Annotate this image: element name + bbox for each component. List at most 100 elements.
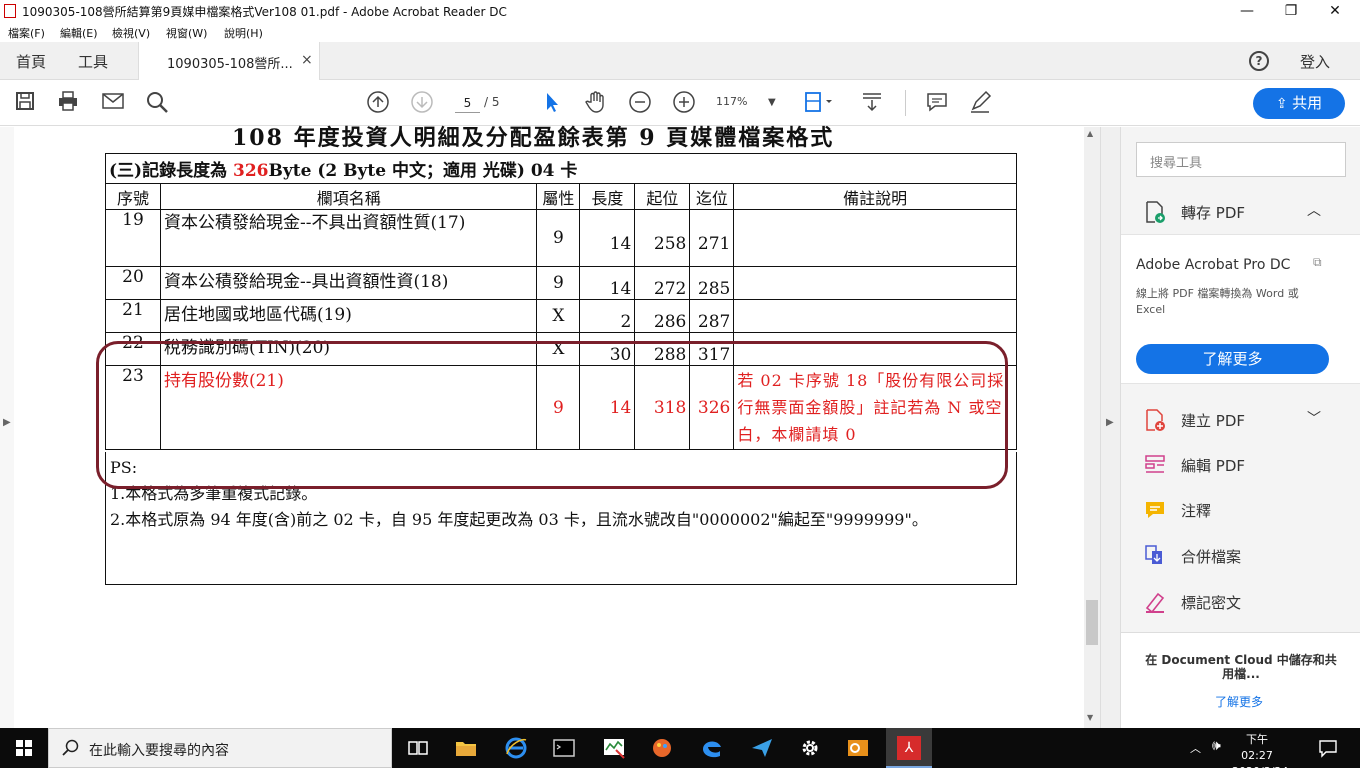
row-length: 14 [579,209,636,267]
row-name: 居住地國或地區代碼(19) [159,299,538,333]
row-note [733,299,1017,333]
header-end: 迄位 [689,183,735,210]
comment-tool-icon [1143,498,1167,522]
menu-view[interactable]: 檢視(V) [112,25,150,41]
right-pane-toggle[interactable]: ▶ [1100,127,1120,728]
previous-page-icon[interactable] [366,90,390,114]
search-icon [62,739,80,760]
share-label: 共用 [1292,94,1323,112]
taskbar-search-box[interactable]: 在此輸入要搜尋的內容 [48,728,392,768]
section-length: 326 [233,161,269,181]
title-bar: 1090305-108營所結算第9頁媒申檔案格式Ver108 01.pdf - … [0,0,1360,22]
header-attr: 屬性 [536,183,581,210]
redact-item[interactable]: 標記密文 [1121,580,1360,624]
edge-browser-icon[interactable] [700,736,724,760]
acrobat-taskbar-button[interactable]: ⅄ [886,728,932,768]
scrollbar-thumb[interactable] [1086,600,1098,645]
hand-tool-icon[interactable] [584,90,608,114]
comment-label: 注釋 [1181,502,1212,520]
resource-monitor-icon[interactable] [602,736,626,760]
taskbar-clock[interactable]: 下午 02:27 2020/3/24 [1232,732,1289,780]
maximize-button[interactable]: ❐ [1268,0,1314,22]
save-icon[interactable] [13,90,37,114]
learn-more-button[interactable]: 了解更多 [1136,344,1329,374]
export-pdf-item[interactable]: 轉存 PDF ︿ [1121,190,1360,234]
paint-app-icon[interactable] [650,736,674,760]
redact-icon [1143,590,1167,614]
windows-start-icon[interactable] [16,740,32,759]
task-view-icon[interactable] [406,736,430,760]
acrobat-reader-icon: ⅄ [897,736,921,760]
chevron-up-icon[interactable]: ︿ [1307,200,1321,220]
create-pdf-label: 建立 PDF [1181,412,1245,430]
chevron-down-icon[interactable]: ﹀ [1307,408,1321,428]
highlight-annotation[interactable] [96,341,1008,489]
search-icon[interactable] [145,90,169,114]
send-app-icon[interactable] [750,736,774,760]
document-title: 108 年度投資人明細及分配盈餘表第 9 頁媒體檔案格式 [232,125,835,151]
menu-edit[interactable]: 編輯(E) [60,25,98,41]
menu-bar: 檔案(F) 編輯(E) 檢視(V) 視窗(W) 說明(H) [0,22,1360,42]
scroll-up-icon[interactable]: ▲ [1087,129,1093,138]
page-display-icon[interactable] [804,90,832,114]
share-button[interactable]: ⇪ 共用 [1253,88,1345,119]
menu-file[interactable]: 檔案(F) [8,25,45,41]
export-pdf-icon [1143,200,1167,224]
clock-time: 下午 02:27 [1241,733,1273,762]
zoom-level[interactable]: 117% [716,95,747,108]
print-icon[interactable] [56,90,80,114]
file-explorer-icon[interactable] [454,736,478,760]
combine-files-label: 合併檔案 [1181,548,1242,566]
header-note: 備註說明 [733,183,1017,210]
footer-text: 在 Document Cloud 中儲存和共用檔... [1145,653,1337,681]
acrobat-app-icon [4,4,16,18]
comment-item[interactable]: 注釋 [1121,488,1360,532]
tray-chevron-up-icon[interactable]: ︿ [1190,740,1201,756]
search-tools-input[interactable]: 搜尋工具 [1136,142,1346,177]
zoom-out-icon[interactable] [628,90,652,114]
taskbar-search-placeholder: 在此輸入要搜尋的內容 [89,743,229,759]
row-attr: X [536,299,581,333]
combine-files-item[interactable]: 合併檔案 [1121,534,1360,578]
menu-window[interactable]: 視窗(W) [166,25,207,41]
zoom-dropdown-chevron-icon[interactable]: ▼ [768,97,776,108]
section-header-row: (三)記錄長度為 326Byte (2 Byte 中文；適用 光碟) 04 卡 [105,153,1017,184]
zoom-in-icon[interactable] [672,90,696,114]
footer-learn-more-link[interactable]: 了解更多 [1215,693,1263,710]
header-name: 欄項名稱 [159,183,538,210]
expand-left-icon: ▶ [3,417,11,428]
scroll-mode-icon[interactable] [860,90,884,114]
command-prompt-icon[interactable] [552,736,576,760]
next-page-icon[interactable] [410,90,434,114]
sign-in-link[interactable]: 登入 [1300,51,1330,72]
sign-pen-icon[interactable] [968,90,992,114]
scroll-down-icon[interactable]: ▼ [1087,713,1093,722]
menu-help[interactable]: 說明(H) [224,25,263,41]
outlook-icon[interactable] [846,736,870,760]
page-number-input[interactable]: 5 [455,93,480,113]
help-icon[interactable]: ? [1249,51,1269,71]
edit-pdf-item[interactable]: 編輯 PDF [1121,443,1360,487]
minimize-button[interactable]: — [1224,0,1270,22]
document-cloud-footer: 在 Document Cloud 中儲存和共用檔... 了解更多 [1121,632,1360,728]
tab-tools[interactable]: 工具 [78,51,108,72]
tab-document[interactable]: 1090305-108營所... × [138,42,320,80]
tab-bar: 首頁 工具 1090305-108營所... × ? 登入 [0,42,1360,80]
row-no: 20 [105,266,161,300]
create-pdf-item[interactable]: 建立 PDF ﹀ [1121,398,1360,442]
create-pdf-icon [1143,408,1167,432]
settings-gear-icon[interactable] [798,736,822,760]
clock-date: 2020/3/24 [1232,765,1289,778]
email-icon[interactable] [101,90,125,114]
tab-close-icon[interactable]: × [301,52,313,68]
volume-icon[interactable]: 🕪 [1212,738,1221,754]
select-cursor-icon[interactable] [540,90,564,114]
tab-home[interactable]: 首頁 [16,51,46,72]
left-pane-toggle[interactable]: ▶ [0,127,14,728]
close-button[interactable]: ✕ [1312,0,1358,22]
comment-icon[interactable] [925,90,949,114]
notification-center-icon[interactable] [1318,738,1338,761]
promo-card: Adobe Acrobat Pro DC ⧉ 線上將 PDF 檔案轉換為 Wor… [1121,234,1360,384]
internet-explorer-icon[interactable] [504,736,528,760]
share-icon: ⇪ [1275,96,1293,112]
